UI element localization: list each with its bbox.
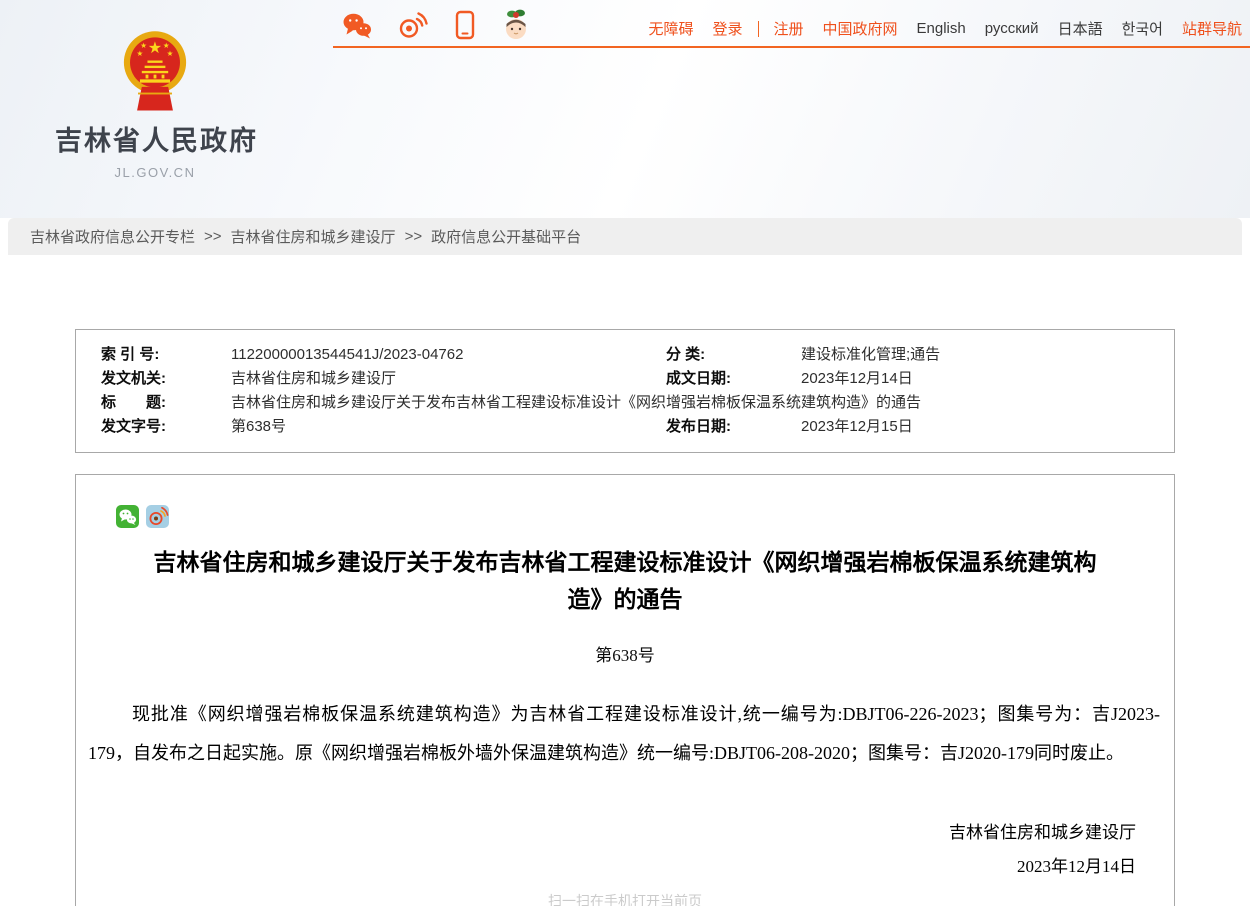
scan-qr-tip: 扫一扫在手机打开当前页 xyxy=(76,891,1174,906)
wechat-share-icon[interactable] xyxy=(116,505,139,528)
document-title: 吉林省住房和城乡建设厅关于发布吉林省工程建设标准设计《网织增强岩棉板保温系统建筑… xyxy=(144,544,1106,618)
meta-index-label: 索 引 号: xyxy=(101,343,231,367)
meta-doc-no-label: 发文字号: xyxy=(101,415,231,439)
mascot-icon[interactable] xyxy=(502,9,530,41)
meta-doc-no-value: 第638号 xyxy=(231,415,666,439)
wechat-icon[interactable] xyxy=(342,11,372,39)
top-utility-nav: 无障碍 登录 注册 中国政府网 English русский 日本語 한국어 … xyxy=(629,18,1242,39)
meta-category-label: 分 类: xyxy=(666,343,801,367)
meta-publish-date-label: 发布日期: xyxy=(666,415,801,439)
signature-date: 2023年12月14日 xyxy=(76,850,1136,884)
meta-title-label: 标 题: xyxy=(101,391,231,415)
svg-text:★: ★ xyxy=(137,49,144,58)
share-buttons xyxy=(116,505,1174,528)
signature-block: 吉林省住房和城乡建设厅 2023年12月14日 xyxy=(76,816,1136,884)
meta-written-date-value: 2023年12月14日 xyxy=(801,367,1174,391)
breadcrumb-separator: >> xyxy=(204,228,222,245)
meta-row-title: 标 题: 吉林省住房和城乡建设厅关于发布吉林省工程建设标准设计《网织增强岩棉板保… xyxy=(76,391,1174,415)
meta-issuer-label: 发文机关: xyxy=(101,367,231,391)
link-russian[interactable]: русский xyxy=(985,20,1039,37)
national-emblem-icon: ★ ★ ★ ★ ★ xyxy=(122,26,188,112)
link-accessibility[interactable]: 无障碍 xyxy=(648,18,693,39)
breadcrumb: 吉林省政府信息公开专栏 >> 吉林省住房和城乡建设厅 >> 政府信息公开基础平台 xyxy=(8,218,1242,255)
site-logo[interactable]: ★ ★ ★ ★ ★ 吉林省人民政府 JL.GOV.CN xyxy=(55,26,255,180)
page: ★ ★ ★ ★ ★ 吉林省人民政府 JL.GOV.CN xyxy=(0,0,1250,906)
meta-row-issuer-date: 发文机关: 吉林省住房和城乡建设厅 成文日期: 2023年12月14日 xyxy=(76,367,1174,391)
meta-index-value: 11220000013544541J/2023-04762 xyxy=(231,343,666,367)
meta-issuer-value: 吉林省住房和城乡建设厅 xyxy=(231,367,666,391)
site-name: 吉林省人民政府 xyxy=(55,119,255,158)
svg-text:★: ★ xyxy=(148,39,162,57)
meta-publish-date-value: 2023年12月15日 xyxy=(801,415,1174,439)
link-english[interactable]: English xyxy=(917,20,966,37)
svg-text:★: ★ xyxy=(167,49,174,58)
link-gov-cn[interactable]: 中国政府网 xyxy=(823,18,898,39)
meta-written-date-label: 成文日期: xyxy=(666,367,801,391)
link-login[interactable]: 登录 xyxy=(712,18,742,39)
document-body: 现批准《网织增强岩棉板保温系统建筑构造》为吉林省工程建设标准设计,统一编号为:D… xyxy=(88,695,1160,773)
breadcrumb-item-department[interactable]: 吉林省住房和城乡建设厅 xyxy=(231,226,396,247)
mobile-icon[interactable] xyxy=(454,10,476,40)
site-domain: JL.GOV.CN xyxy=(55,165,255,180)
link-register[interactable]: 注册 xyxy=(774,18,804,39)
link-japanese[interactable]: 日本語 xyxy=(1058,18,1103,39)
breadcrumb-separator: >> xyxy=(405,228,423,245)
meta-row-docno-publish: 发文字号: 第638号 发布日期: 2023年12月15日 xyxy=(76,415,1174,439)
link-site-group-nav[interactable]: 站群导航 xyxy=(1182,18,1242,39)
breadcrumb-item-platform[interactable]: 政府信息公开基础平台 xyxy=(431,226,581,247)
nav-divider xyxy=(758,21,759,37)
site-header: ★ ★ ★ ★ ★ 吉林省人民政府 JL.GOV.CN xyxy=(0,0,1250,218)
breadcrumb-item-disclosure-column[interactable]: 吉林省政府信息公开专栏 xyxy=(30,226,195,247)
header-accent-rule xyxy=(333,46,1250,48)
meta-title-value: 吉林省住房和城乡建设厅关于发布吉林省工程建设标准设计《网织增强岩棉板保温系统建筑… xyxy=(231,391,1174,415)
document-meta-table: 索 引 号: 11220000013544541J/2023-04762 分 类… xyxy=(75,329,1175,453)
document-content: 吉林省住房和城乡建设厅关于发布吉林省工程建设标准设计《网织增强岩棉板保温系统建筑… xyxy=(75,474,1175,906)
weibo-share-icon[interactable] xyxy=(146,505,169,528)
weibo-icon[interactable] xyxy=(398,11,428,39)
document-number: 第638号 xyxy=(76,641,1174,666)
signature-agency: 吉林省住房和城乡建设厅 xyxy=(76,816,1136,850)
meta-category-value: 建设标准化管理;通告 xyxy=(801,343,1174,367)
link-korean[interactable]: 한국어 xyxy=(1122,18,1163,39)
header-social-icons xyxy=(342,6,530,44)
meta-row-index-category: 索 引 号: 11220000013544541J/2023-04762 分 类… xyxy=(76,343,1174,367)
